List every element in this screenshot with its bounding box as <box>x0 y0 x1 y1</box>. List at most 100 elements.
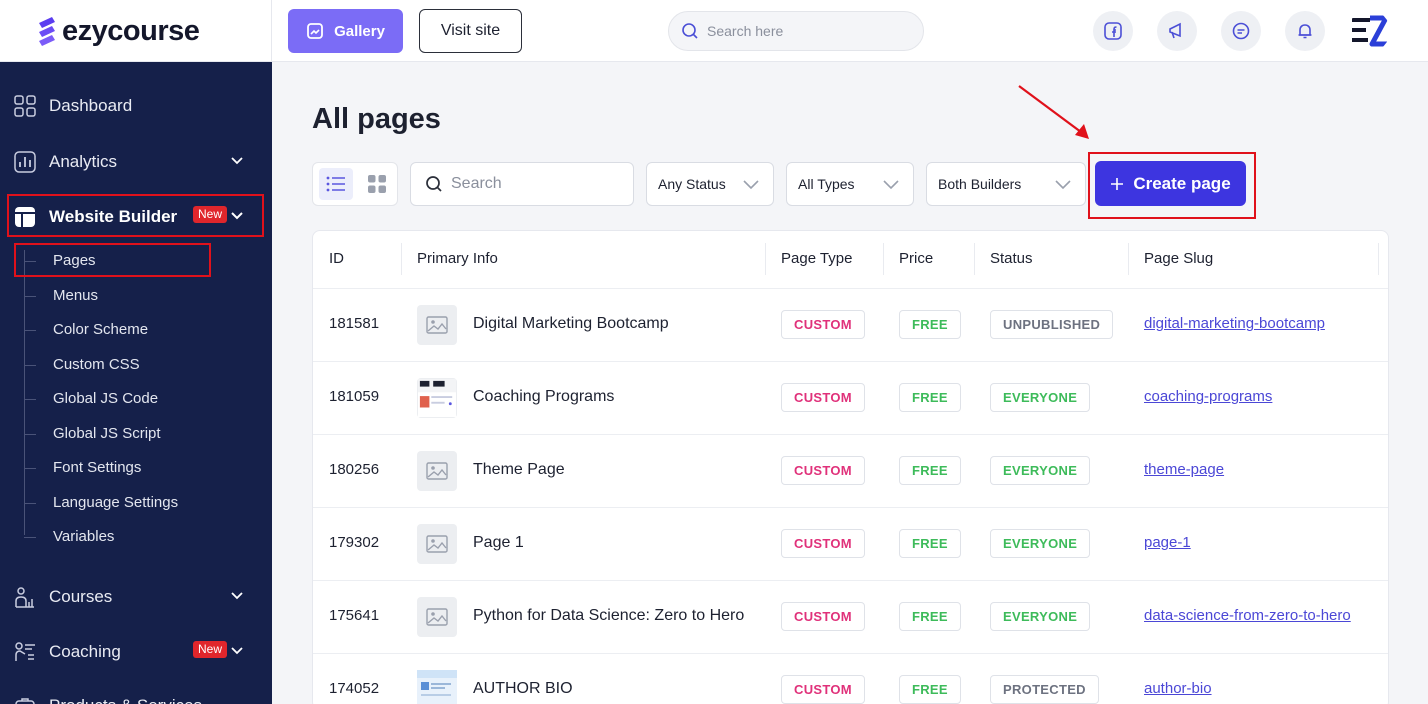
sidebar-label-products-services: Products & Services <box>49 696 202 704</box>
chevron-down-icon <box>1055 180 1071 190</box>
tree-branch <box>24 468 36 469</box>
tree-branch <box>24 330 36 331</box>
page-name[interactable]: AUTHOR BIO <box>473 680 573 698</box>
table-row[interactable]: 175641 Python for Data Science: Zero to … <box>313 580 1388 653</box>
sidebar-subitem-global-js-script[interactable]: Global JS Script <box>53 425 161 442</box>
sidebar-subitem-custom-css[interactable]: Custom CSS <box>53 356 140 373</box>
pages-highlight <box>14 243 211 277</box>
page-slug-link[interactable]: digital-marketing-bootcamp <box>1144 315 1325 332</box>
page-slug-link[interactable]: theme-page <box>1144 461 1224 478</box>
page-id: 180256 <box>329 461 380 478</box>
chevron-down-icon <box>231 647 243 655</box>
brand-name: ezycourse <box>62 14 200 47</box>
status-filter-select[interactable]: Any Status <box>646 162 774 206</box>
table-row[interactable]: 181581 Digital Marketing Bootcamp CUSTOM… <box>313 288 1388 361</box>
image-placeholder-icon <box>417 305 457 345</box>
chevron-down-icon <box>743 180 759 190</box>
page-thumbnail <box>417 378 457 418</box>
megaphone-icon[interactable] <box>1157 11 1197 51</box>
builder-filter-select[interactable]: Both Builders <box>926 162 1086 206</box>
sidebar-item-coaching[interactable]: Coaching New <box>0 630 272 674</box>
page-title: All pages <box>312 103 441 135</box>
logo[interactable]: ezycourse <box>0 0 272 62</box>
table-row[interactable]: 180256 Theme Page CUSTOM FREE EVERYONE t… <box>313 434 1388 507</box>
tree-branch <box>24 434 36 435</box>
price-badge: FREE <box>899 310 961 339</box>
avatar-logo-icon <box>1348 10 1390 52</box>
sidebar-item-courses[interactable]: Courses <box>0 575 272 619</box>
sidebar-subitem-language-settings[interactable]: Language Settings <box>53 494 178 511</box>
bell-icon[interactable] <box>1285 11 1325 51</box>
logo-mark-icon <box>39 17 55 46</box>
dashboard-icon <box>14 95 36 117</box>
page-name[interactable]: Python for Data Science: Zero to Hero <box>473 607 744 625</box>
page-slug-link[interactable]: page-1 <box>1144 534 1191 551</box>
tree-branch <box>24 296 36 297</box>
view-toggle <box>312 162 398 206</box>
page-id: 175641 <box>329 607 380 624</box>
sidebar-subitem-font-settings[interactable]: Font Settings <box>53 459 141 476</box>
sidebar-subitem-variables[interactable]: Variables <box>53 528 114 545</box>
page-thumbnail <box>417 670 457 704</box>
sidebar-subitem-color-scheme[interactable]: Color Scheme <box>53 321 148 338</box>
chat-icon[interactable] <box>1221 11 1261 51</box>
page-type-badge: CUSTOM <box>781 456 865 485</box>
table-row[interactable]: 179302 Page 1 CUSTOM FREE EVERYONE page-… <box>313 507 1388 580</box>
status-badge: UNPUBLISHED <box>990 310 1114 339</box>
page-id: 174052 <box>329 680 380 697</box>
top-bar: ezycourse Gallery Visit site Search here <box>0 0 1428 62</box>
sidebar-item-analytics[interactable]: Analytics <box>0 140 272 184</box>
sidebar-label-coaching: Coaching <box>49 642 121 661</box>
page-type-badge: CUSTOM <box>781 529 865 558</box>
page-slug-link[interactable]: coaching-programs <box>1144 388 1272 405</box>
price-badge: FREE <box>899 383 961 412</box>
create-page-highlight <box>1088 152 1256 219</box>
type-filter-select[interactable]: All Types <box>786 162 914 206</box>
page-type-badge: CUSTOM <box>781 310 865 339</box>
page-name[interactable]: Theme Page <box>473 461 565 479</box>
facebook-icon[interactable] <box>1093 11 1133 51</box>
search-icon <box>682 23 698 39</box>
gallery-button[interactable]: Gallery <box>288 9 403 53</box>
price-badge: FREE <box>899 602 961 631</box>
column-divider <box>765 243 766 275</box>
pages-search-input[interactable]: Search <box>410 162 634 206</box>
table-row[interactable]: 174052 AUTHOR BIO CUSTOM FREE PROTECTED … <box>313 653 1388 704</box>
price-badge: FREE <box>899 529 961 558</box>
courses-icon <box>14 586 36 608</box>
page-name[interactable]: Page 1 <box>473 534 524 552</box>
page-slug-link[interactable]: data-science-from-zero-to-hero <box>1144 607 1351 624</box>
table-row[interactable]: 181059 Coaching Programs CUSTOM FREE EVE… <box>313 361 1388 434</box>
top-search-bar[interactable]: Search here <box>668 11 924 51</box>
page-type-badge: CUSTOM <box>781 602 865 631</box>
image-placeholder-icon <box>417 597 457 637</box>
page-type-badge: CUSTOM <box>781 675 865 704</box>
sidebar-label-courses: Courses <box>49 587 113 606</box>
page-id: 181581 <box>329 315 380 332</box>
status-badge: EVERYONE <box>990 529 1091 558</box>
avatar[interactable] <box>1348 10 1390 52</box>
page-name[interactable]: Digital Marketing Bootcamp <box>473 315 669 333</box>
page-name[interactable]: Coaching Programs <box>473 388 614 406</box>
pages-search-placeholder: Search <box>451 175 502 192</box>
list-view-button[interactable] <box>319 168 353 200</box>
header-page-type: Page Type <box>781 250 853 267</box>
column-divider <box>1378 243 1379 275</box>
image-placeholder-icon <box>417 451 457 491</box>
page-id: 181059 <box>329 388 380 405</box>
visit-site-button[interactable]: Visit site <box>419 9 522 53</box>
grid-view-icon <box>368 175 386 193</box>
sidebar-subitem-global-js-code[interactable]: Global JS Code <box>53 390 158 407</box>
products-icon <box>14 695 36 704</box>
pages-table: ID Primary Info Page Type Price Status P… <box>312 230 1389 704</box>
grid-view-button[interactable] <box>361 168 393 200</box>
page-slug-link[interactable]: author-bio <box>1144 680 1212 697</box>
chevron-down-icon <box>231 157 243 165</box>
website-builder-highlight <box>7 194 264 237</box>
tree-branch <box>24 399 36 400</box>
sidebar-subitem-menus[interactable]: Menus <box>53 287 98 304</box>
tree-branch <box>24 537 36 538</box>
sidebar-item-dashboard[interactable]: Dashboard <box>0 84 272 128</box>
sidebar-item-products-services[interactable]: Products & Services <box>0 684 272 704</box>
price-badge: FREE <box>899 456 961 485</box>
